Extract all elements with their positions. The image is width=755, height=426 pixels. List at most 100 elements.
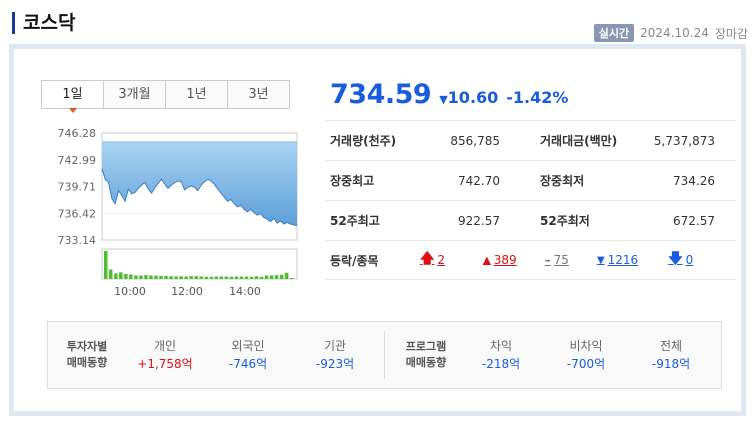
- column-value: -700억: [566, 357, 606, 371]
- program-non-arbitrage: 비차익 -700억: [541, 337, 631, 373]
- rise-fall-row: 등락/종목 🡅 2 ▲ 389 –75 ▼ 1216 🡇 0: [325, 240, 735, 280]
- volume-bar: [209, 276, 214, 279]
- y-tick-label: 742.99: [58, 154, 97, 167]
- stat-label: 장중최저: [540, 174, 585, 188]
- market-status: 실시간 2024.10.24 장마감: [593, 24, 748, 42]
- volume-bar: [179, 276, 183, 279]
- tab-1day[interactable]: 1일: [41, 80, 104, 113]
- volume-bar: [139, 275, 143, 279]
- lower-limit-count: 0: [685, 253, 694, 267]
- column-header: 비차익: [569, 339, 603, 353]
- price-change-value: 10.60: [447, 88, 499, 107]
- flat-count: 75: [553, 253, 569, 267]
- fall-link[interactable]: ▼ 1216: [597, 253, 638, 267]
- group-label-line: 매매동향: [405, 356, 447, 369]
- stat-value: 734.26: [673, 173, 715, 188]
- stat-value: 5,737,873: [653, 133, 715, 148]
- y-tick-label: 736.42: [58, 207, 97, 220]
- stat-row-intraday: 장중최고 742.70 장중최저 734.26: [325, 160, 735, 200]
- volume-bar: [124, 274, 128, 279]
- volume-bar: [234, 276, 239, 279]
- program-trend-label: 프로그램 매매동향: [391, 339, 461, 371]
- volume-bar: [149, 275, 153, 279]
- rise-count: 389: [493, 253, 517, 267]
- stat-value: 742.70: [458, 173, 500, 188]
- volume-bar: [154, 275, 158, 279]
- stat-row-volume: 거래량(천주) 856,785 거래대금(백만) 5,737,873: [325, 120, 735, 160]
- volume-bar: [164, 275, 168, 279]
- down-triangle-icon: ▼: [596, 254, 605, 266]
- volume-bar: [214, 276, 219, 279]
- stat-label: 거래대금(백만): [540, 134, 618, 148]
- volume-bar: [219, 276, 224, 279]
- volume-bar: [199, 276, 203, 279]
- down-triangle-icon: ▼: [439, 93, 448, 106]
- group-label-line: 투자자별: [66, 340, 108, 353]
- lower-limit-icon: 🡇: [668, 251, 683, 267]
- stat-value: 922.57: [458, 213, 500, 228]
- rise-link[interactable]: ▲ 389: [483, 253, 517, 267]
- upper-limit-link[interactable]: 🡅 2: [420, 248, 445, 272]
- fall-count: 1216: [607, 253, 639, 267]
- group-label-line: 매매동향: [66, 356, 108, 369]
- trading-trends: 투자자별 매매동향 개인 +1,758억 외국인 -746억 기관 -923억 …: [47, 321, 722, 389]
- volume-bar: [284, 272, 289, 279]
- index-panel: 1일 3개월 1년 3년 746.28 742.99 739.71 736.42 733…: [9, 44, 746, 416]
- stat-label: 거래량(천주): [330, 134, 397, 148]
- column-value: -218억: [481, 357, 521, 371]
- tab-1year[interactable]: 1년: [165, 80, 228, 109]
- volume-bar: [114, 273, 118, 279]
- tab-3year[interactable]: 3년: [227, 80, 290, 109]
- volume-bar: [224, 276, 229, 279]
- status-date: 2024.10.24: [640, 26, 709, 40]
- volume-bar: [134, 275, 138, 279]
- volume-bar: [290, 277, 294, 279]
- live-badge: 실시간: [593, 24, 635, 42]
- investor-foreign: 외국인 -746억: [204, 337, 292, 373]
- column-value: -923억: [315, 357, 355, 371]
- stat-value: 856,785: [450, 133, 500, 148]
- volume-bar: [274, 275, 279, 279]
- investor-trend-label: 투자자별 매매동향: [48, 339, 126, 371]
- investor-individual: 개인 +1,758억: [126, 337, 204, 373]
- chart-svg: 746.28 742.99 739.71 736.42 733.14 10:00 12:00…: [58, 127, 298, 298]
- program-arbitrage: 차익 -218억: [461, 337, 541, 373]
- flat-link[interactable]: –75: [545, 253, 569, 267]
- upper-limit-icon: 🡅: [420, 251, 435, 267]
- volume-bar: [184, 276, 188, 279]
- volume-bar: [119, 272, 123, 279]
- volume-bar: [259, 276, 264, 279]
- column-value: -746억: [228, 357, 268, 371]
- status-state: 장마감: [714, 26, 748, 41]
- column-value: -918억: [651, 357, 691, 371]
- volume-bar: [264, 275, 269, 279]
- lower-limit-link[interactable]: 🡇 0: [668, 248, 693, 272]
- column-header: 차익: [489, 339, 513, 353]
- volume-bar: [239, 276, 244, 279]
- tab-3month[interactable]: 3개월: [103, 80, 166, 109]
- stats-table: 거래량(천주) 856,785 거래대금(백만) 5,737,873 장중최고 …: [325, 120, 735, 280]
- volume-bar: [189, 276, 193, 279]
- volume-bar: [104, 251, 108, 279]
- volume-bar: [204, 276, 208, 279]
- volume-bar: [109, 269, 113, 279]
- divider: [384, 331, 385, 379]
- flat-dash-icon: –: [544, 253, 551, 267]
- column-value: +1,758억: [137, 357, 193, 371]
- column-header: 개인: [153, 339, 177, 353]
- column-header: 외국인: [231, 339, 265, 353]
- x-tick-label: 12:00: [171, 285, 203, 298]
- intraday-chart: 746.28 742.99 739.71 736.42 733.14 10:00 12:00…: [14, 123, 314, 303]
- stat-label: 52주최고: [330, 214, 380, 228]
- price-change-pct: -1.42%: [506, 88, 569, 107]
- volume-bar: [254, 276, 259, 279]
- y-tick-label: 739.71: [58, 181, 97, 194]
- column-header: 기관: [323, 339, 347, 353]
- investor-institution: 기관 -923억: [292, 337, 378, 373]
- index-price: 734.59: [330, 79, 432, 110]
- volume-bar: [229, 276, 234, 279]
- volume-bar: [249, 276, 254, 279]
- stat-label: 장중최고: [330, 174, 375, 188]
- y-tick-label: 733.14: [58, 234, 97, 247]
- volume-bar: [194, 276, 198, 279]
